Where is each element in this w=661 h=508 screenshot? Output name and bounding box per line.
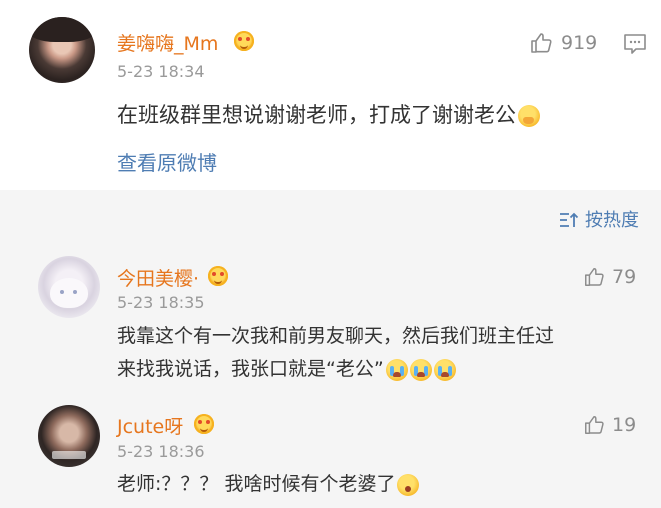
username[interactable]: 今田美樱· (117, 264, 199, 291)
avatar[interactable] (38, 256, 100, 318)
reply-text-line: 老师:？？？ 我啥时候有个老婆了 (117, 466, 420, 502)
view-original-link[interactable]: 查看原微博 (117, 147, 217, 176)
timestamp: 5-23 18:35 (117, 293, 205, 312)
sort-button[interactable]: 按热度 (559, 206, 639, 232)
crying-emoji-icon (409, 358, 432, 381)
thumbs-up-icon[interactable] (583, 266, 605, 288)
reply-text-line: 我靠这个有一次我和前男友聊天，然后我们班主任过 (117, 325, 555, 347)
username[interactable]: 姜嗨嗨_Mm (117, 29, 218, 56)
main-comment: 姜嗨嗨_Mm 5-23 18:34 919 在班级群里想说谢谢老师，打成了谢谢老… (0, 0, 661, 190)
thumbs-up-icon[interactable] (583, 414, 605, 436)
avatar[interactable] (29, 17, 95, 83)
sort-label: 按热度 (585, 210, 639, 231)
vip-badge-icon (194, 414, 214, 434)
like-count: 919 (561, 32, 598, 54)
comment-body: 在班级群里想说谢谢老师，打成了谢谢老公 (117, 103, 516, 127)
comment-icon[interactable] (623, 33, 647, 55)
vip-badge-icon (234, 31, 254, 51)
like-count: 19 (612, 414, 637, 436)
thinking-emoji-icon (518, 105, 540, 127)
surprised-emoji-icon (397, 473, 420, 496)
username[interactable]: Jcute呀 (117, 412, 183, 439)
reply-text-body: 老师:？？？ 我啥时候有个老婆了 (117, 473, 396, 495)
reply-text-line: 来找我说话，我张口就是“老公” (117, 351, 456, 387)
like-count: 79 (612, 266, 637, 288)
crying-emoji-icon (385, 358, 408, 381)
comment-text: 在班级群里想说谢谢老师，打成了谢谢老公 (117, 99, 540, 129)
avatar[interactable] (38, 405, 100, 467)
vip-badge-icon (208, 266, 228, 286)
reply-text-body: 来找我说话，我张口就是“老公” (117, 358, 384, 380)
timestamp: 5-23 18:36 (117, 442, 205, 461)
thumbs-up-icon[interactable] (529, 31, 553, 55)
timestamp: 5-23 18:34 (117, 62, 205, 81)
sort-icon (559, 211, 579, 229)
crying-emoji-icon (433, 358, 456, 381)
